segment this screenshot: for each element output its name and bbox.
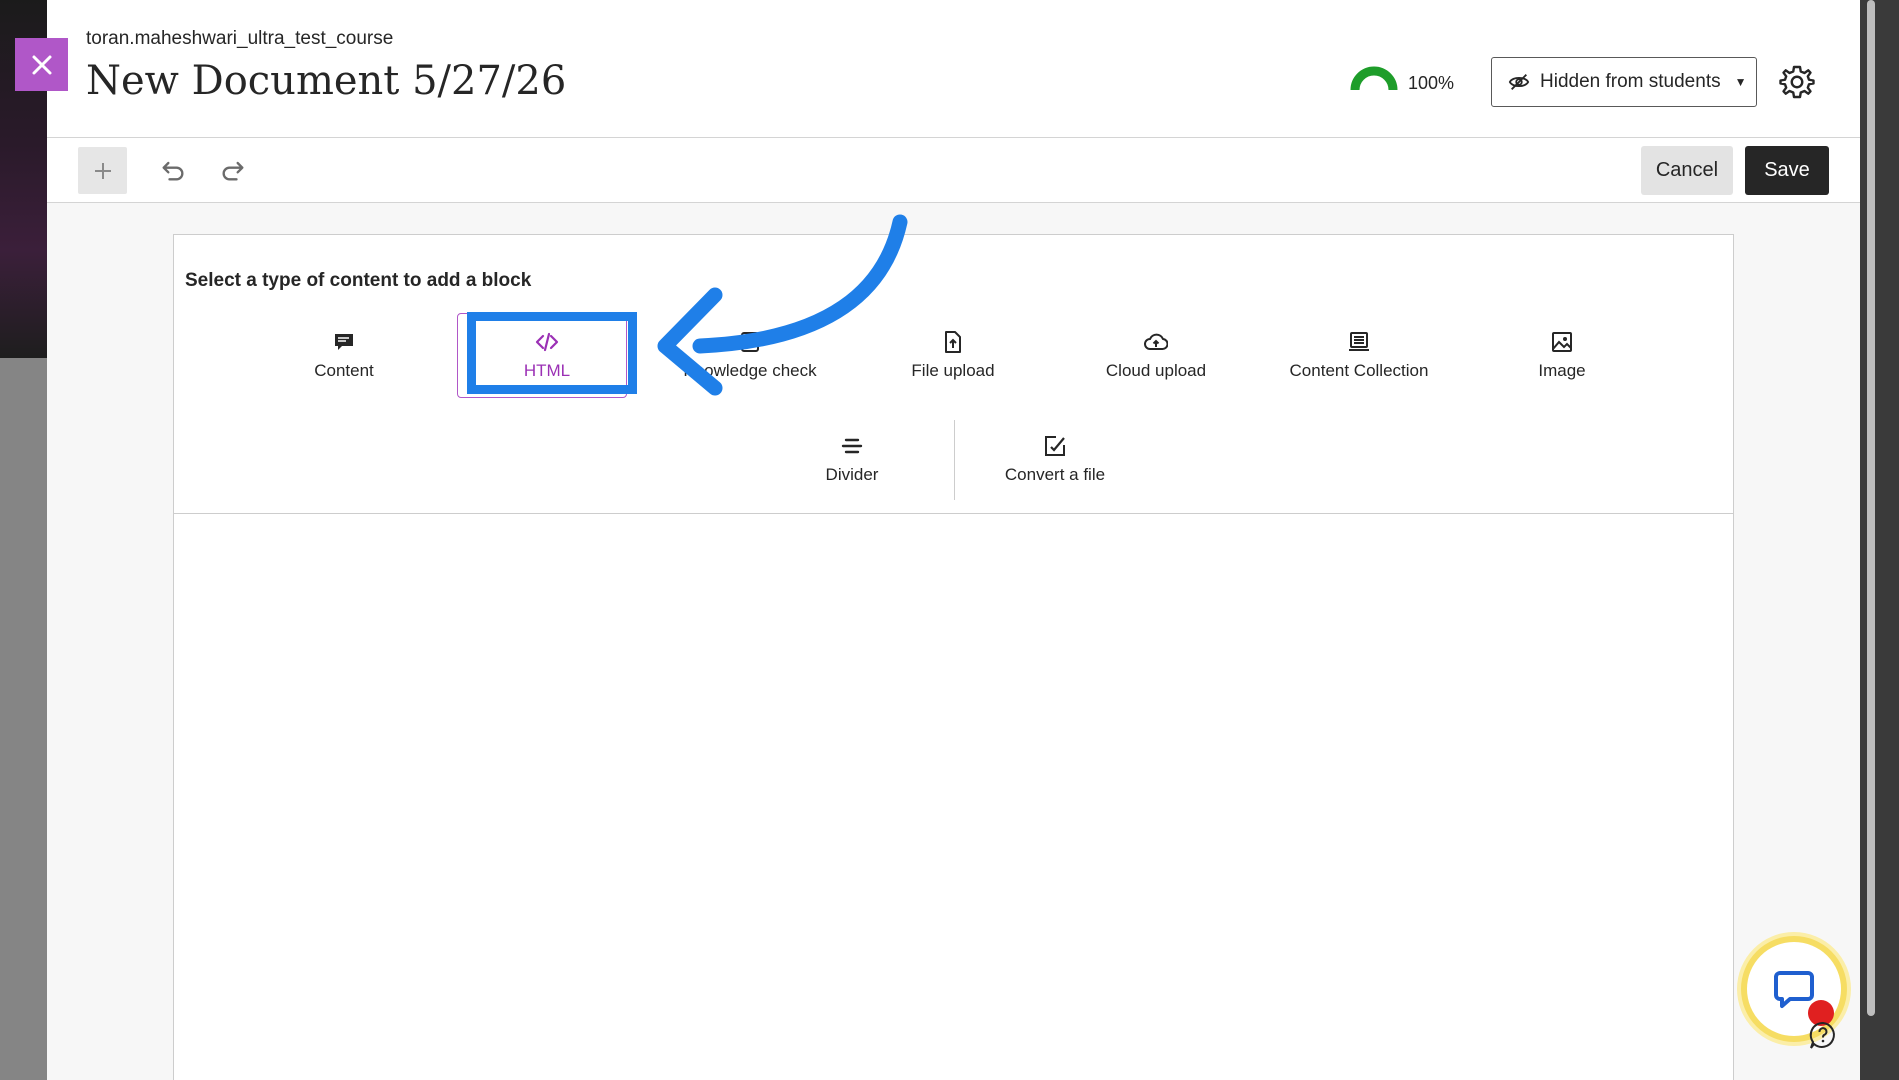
picker-divider [174,513,1733,514]
option-label: Image [1538,361,1586,380]
content-collection-icon [1349,332,1369,351]
option-divider[interactable]: Divider [772,434,932,504]
gear-icon[interactable] [1779,64,1815,100]
option-label: Divider [825,465,879,484]
help-question-icon[interactable] [1808,1020,1838,1050]
annotation-highlight-box [467,312,637,394]
scrollbar-track[interactable] [1860,0,1899,1080]
visibility-dropdown[interactable]: Hidden from students ▼ [1491,57,1757,107]
chat-bubble-icon [1774,971,1814,1008]
content-icon [335,334,353,350]
option-label: Convert a file [1004,465,1106,484]
toolbar-divider [47,202,1860,203]
option-label: Content Collection [1289,361,1429,380]
option-label: File upload [911,361,995,380]
option-convert-file[interactable]: Convert a file [975,434,1135,504]
option-content[interactable]: Content [264,330,424,400]
image-icon [1552,332,1572,352]
picker-heading: Select a type of content to add a block [185,270,532,291]
option-cloud-upload[interactable]: Cloud upload [1076,330,1236,400]
convert-file-icon [1045,436,1065,456]
close-icon [32,55,51,74]
caret-down-icon: ▼ [1734,75,1747,89]
option-content-collection[interactable]: Content Collection [1279,330,1439,400]
document-title[interactable]: New Document 5/27/26 [86,58,566,104]
undo-icon[interactable] [159,156,187,184]
divider-icon [841,438,863,454]
progress-gauge-icon [1350,66,1398,91]
close-panel-button[interactable] [15,38,68,91]
progress-percentage: 100% [1408,73,1455,93]
plus-icon [94,162,111,179]
file-upload-icon [945,331,961,353]
eye-slash-icon [1508,74,1530,90]
option-label: Cloud upload [1105,361,1207,380]
course-name: toran.maheshwari_ultra_test_course [86,28,394,49]
option-image[interactable]: Image [1482,330,1642,400]
save-button[interactable]: Save [1745,146,1829,195]
visibility-label: Hidden from students [1540,71,1721,92]
annotation-arrow-icon [657,214,908,396]
option-label: Content [314,361,374,380]
add-block-button[interactable] [78,147,127,194]
scrollbar-thumb[interactable] [1867,0,1875,1016]
redo-icon[interactable] [219,156,247,184]
cancel-button[interactable]: Cancel [1641,146,1733,195]
header-divider [47,137,1860,138]
option-separator [954,420,955,500]
cloud-upload-icon [1144,333,1168,350]
